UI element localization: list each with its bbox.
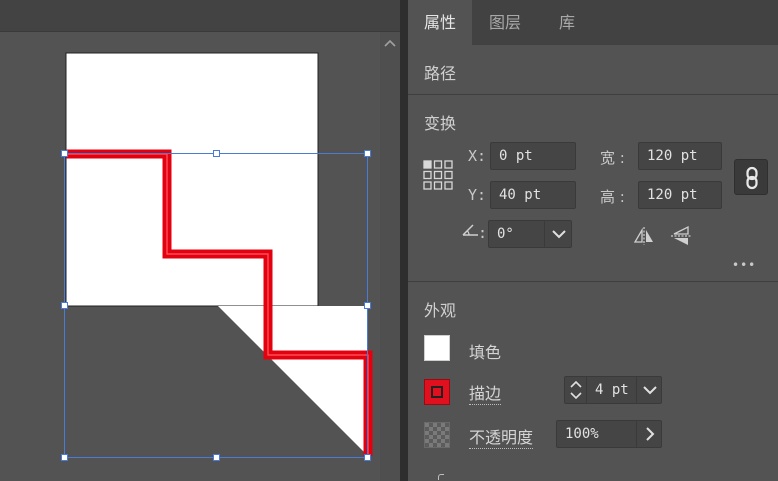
divider [408, 281, 778, 282]
white-triangle-shape[interactable] [218, 306, 368, 456]
flip-horizontal-icon[interactable] [633, 226, 655, 250]
more-options-icon[interactable]: ••• [732, 258, 756, 272]
handle-bottom-left [61, 454, 68, 461]
angle-label: : [478, 224, 488, 242]
handle-bottom-right [364, 454, 371, 461]
appearance-title: 外观 [424, 301, 457, 320]
divider [408, 94, 778, 95]
chevron-right-icon [646, 427, 655, 441]
fill-label: 填色 [469, 343, 502, 362]
rotate-angle-icon [460, 222, 480, 242]
panel-tab-bar: 属性 图层 库 [408, 0, 778, 45]
handle-top-left [61, 150, 68, 157]
link-icon [746, 166, 758, 190]
panel-divider[interactable] [400, 0, 408, 481]
vertical-scrollbar[interactable] [380, 32, 400, 481]
chevron-down-icon [643, 386, 657, 395]
height-label: 高 : [600, 188, 625, 206]
artboard-canvas[interactable] [0, 0, 400, 481]
stroke-weight-field[interactable]: 4 pt [586, 376, 636, 404]
tab-layers[interactable]: 图层 [472, 0, 538, 45]
stroke-weight-dropdown[interactable] [636, 376, 662, 404]
opacity-slider-button[interactable] [636, 420, 662, 448]
chevron-down-icon [552, 230, 566, 239]
opacity-field[interactable]: 100% [556, 420, 636, 448]
angle-field[interactable]: 0° [488, 220, 544, 248]
y-label: Y: [468, 186, 487, 204]
flip-vertical-icon[interactable] [670, 225, 692, 251]
fill-swatch[interactable] [424, 335, 450, 361]
artwork[interactable] [0, 0, 380, 481]
path-title: 路径 [424, 64, 457, 83]
transform-title: 变换 [424, 114, 457, 133]
stroke-swatch[interactable] [424, 379, 450, 405]
tab-properties[interactable]: 属性 [408, 0, 472, 45]
tab-libraries[interactable]: 库 [538, 0, 596, 45]
x-field[interactable]: 0 pt [490, 142, 576, 170]
angle-dropdown[interactable] [544, 220, 572, 248]
width-label: 宽 : [600, 149, 625, 167]
reference-point-icon[interactable] [423, 160, 453, 194]
handle-top-right [364, 150, 371, 157]
height-field[interactable]: 120 pt [638, 181, 722, 209]
handle-middle-left [61, 302, 68, 309]
stroke-label[interactable]: 描边 [469, 380, 502, 405]
handle-top-center [213, 150, 220, 157]
scroll-up-arrow-icon[interactable] [380, 36, 400, 52]
handle-bottom-center [213, 454, 220, 461]
opacity-checker-icon[interactable] [424, 422, 450, 448]
stroke-stepper[interactable] [564, 376, 586, 404]
x-label: X: [468, 147, 487, 165]
width-field[interactable]: 120 pt [638, 142, 722, 170]
stepper-arrows-icon [570, 380, 582, 400]
white-square-shape[interactable] [65, 52, 319, 307]
fx-icon[interactable] [438, 474, 444, 480]
constrain-proportions-button[interactable] [734, 159, 768, 195]
properties-panel: 属性 图层 库 路径 变换 X: 0 pt 宽 : 120 pt Y: 40 p… [408, 0, 778, 481]
handle-middle-right [364, 302, 371, 309]
opacity-label[interactable]: 不透明度 [469, 424, 534, 449]
stroke-swatch-inner [431, 386, 443, 398]
y-field[interactable]: 40 pt [490, 181, 576, 209]
